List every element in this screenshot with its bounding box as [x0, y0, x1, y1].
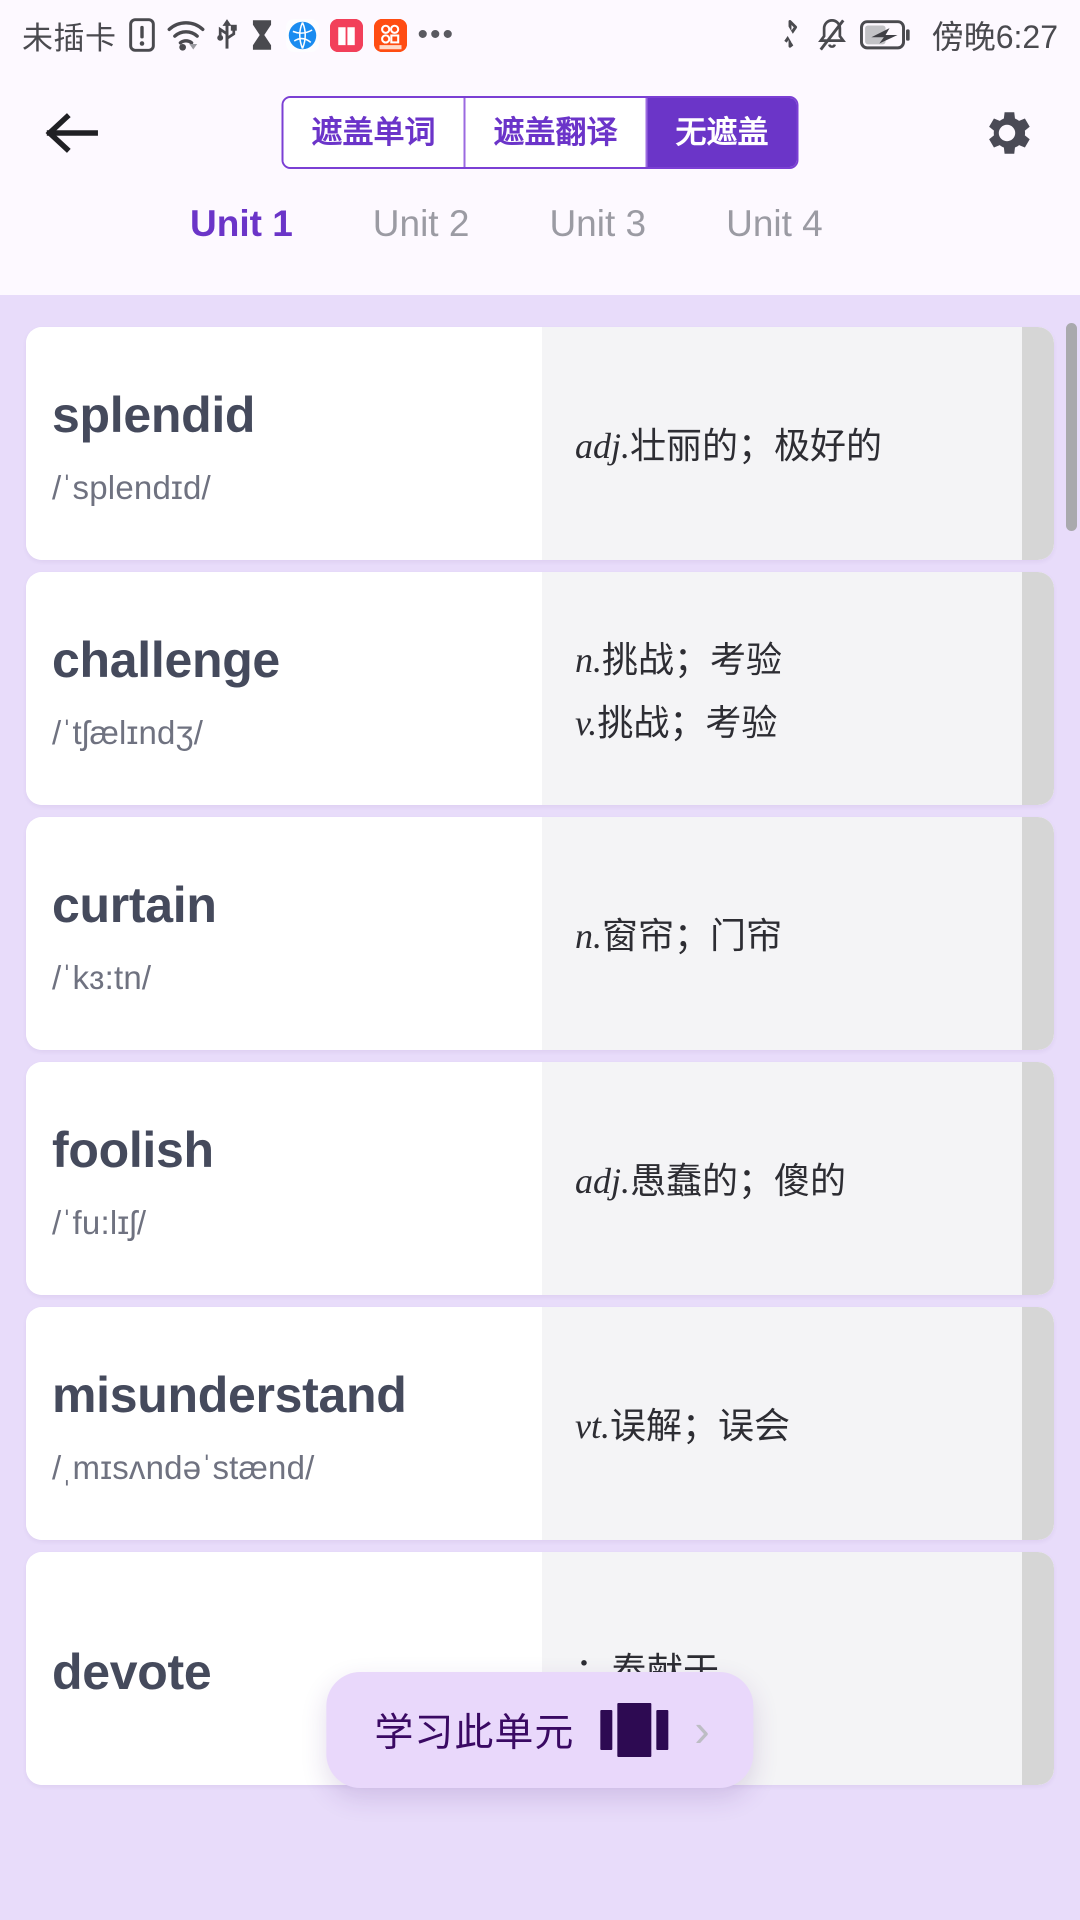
notifications-muted-icon: [817, 17, 847, 53]
status-bar-right: 傍晚6:27: [776, 12, 1058, 58]
word-card[interactable]: curtain/ˈkɜ:tn/n.窗帘；门帘: [26, 817, 1054, 1050]
word-card-next-handle[interactable]: [1022, 327, 1054, 560]
definition-line: adj.壮丽的；极好的: [575, 425, 992, 467]
back-button[interactable]: [36, 96, 110, 170]
chevron-right-icon: ›: [694, 1703, 710, 1756]
definition-meaning: 愚蠢的；傻的: [630, 1160, 847, 1202]
tab-unit-2[interactable]: Unit 2: [333, 195, 510, 253]
word-card-definitions: adj.壮丽的；极好的: [542, 327, 1022, 560]
definition-line: n.窗帘；门帘: [575, 915, 992, 957]
word-card-definitions: vt.误解；误会: [542, 1307, 1022, 1540]
word-card[interactable]: misunderstand/ˌmɪsʌndəˈstænd/vt.误解；误会: [26, 1307, 1054, 1540]
study-unit-label: 学习此单元: [374, 1712, 575, 1755]
phonetic-text: /ˈtʃælɪndʒ/: [52, 713, 204, 751]
word-card-left: foolish/ˈfu:lɪʃ/: [26, 1062, 542, 1295]
video-app-icon: [373, 18, 407, 52]
mask-mode-hide-word[interactable]: 遮盖单词: [283, 98, 466, 167]
app-root: 未插卡 ••• 傍晚6:27 遮盖单词 遮盖翻译 无遮盖 Unit 1 Unit…: [0, 0, 1080, 1920]
back-arrow-icon: [45, 112, 98, 153]
part-of-speech: adj.: [575, 1161, 631, 1202]
phonetic-text: /ˈkɜ:tn/: [52, 958, 152, 996]
header-toolbar: 遮盖单词 遮盖翻译 无遮盖: [0, 70, 1080, 195]
settings-button[interactable]: [970, 96, 1044, 170]
browser-app-icon: [285, 18, 319, 52]
definition-meaning: 误解；误会: [609, 1405, 790, 1447]
word-card-left: challenge/ˈtʃælɪndʒ/: [26, 572, 542, 805]
word-list: splendid/ˈsplendɪd/adj.壮丽的；极好的 challenge /…: [0, 295, 1080, 1785]
sim-alert-icon: [128, 18, 156, 52]
word-text: foolish: [52, 1121, 214, 1178]
tab-unit-4[interactable]: Unit 4: [686, 195, 863, 253]
definition-meaning: 挑战；考验: [597, 701, 778, 743]
definition-line: v.挑战；考验: [575, 702, 992, 744]
study-unit-button[interactable]: 学习此单元 ›: [326, 1672, 754, 1788]
word-card[interactable]: splendid/ˈsplendɪd/adj.壮丽的；极好的: [26, 327, 1054, 560]
word-card-definitions: n.窗帘；门帘: [542, 817, 1022, 1050]
word-card[interactable]: challenge/ˈtʃælɪndʒ/n.挑战；考验 v.挑战；考验: [26, 572, 1054, 805]
phonetic-text: /ˌmɪsʌndəˈstænd/: [52, 1448, 315, 1486]
tab-unit-1[interactable]: Unit 1: [150, 195, 333, 253]
wifi-icon: [167, 19, 205, 51]
word-card-definitions: adj.愚蠢的；傻的: [542, 1062, 1022, 1295]
bluetooth-off-icon: [776, 17, 804, 53]
word-text: curtain: [52, 876, 217, 933]
card-stack-icon: [600, 1703, 669, 1757]
part-of-speech: adj.: [575, 426, 631, 467]
phonetic-text: /ˈsplendɪd/: [52, 468, 211, 506]
mask-mode-none[interactable]: 无遮盖: [647, 98, 797, 167]
definition-meaning: 壮丽的；极好的: [630, 425, 883, 467]
word-card-next-handle[interactable]: [1022, 1552, 1054, 1785]
hourglass-icon: [249, 18, 275, 52]
app-header: 遮盖单词 遮盖翻译 无遮盖 Unit 1 Unit 2 Unit 3 Unit …: [0, 70, 1080, 295]
word-card-next-handle[interactable]: [1022, 1062, 1054, 1295]
vertical-scrollbar[interactable]: [1066, 323, 1077, 531]
unit-tabs[interactable]: Unit 1 Unit 2 Unit 3 Unit 4: [0, 195, 1080, 295]
word-text: challenge: [52, 631, 280, 688]
battery-charging-icon: [859, 20, 910, 50]
word-card-next-handle[interactable]: [1022, 817, 1054, 1050]
usb-icon: [216, 18, 238, 52]
word-card[interactable]: foolish/ˈfu:lɪʃ/adj.愚蠢的；傻的: [26, 1062, 1054, 1295]
word-card-next-handle[interactable]: [1022, 572, 1054, 805]
clock-label: 傍晚6:27: [931, 19, 1058, 55]
gear-icon: [989, 111, 1030, 154]
definition-line: adj.愚蠢的；傻的: [575, 1160, 992, 1202]
carrier-label: 未插卡: [22, 20, 117, 56]
more-dots-icon: •••: [417, 18, 456, 51]
part-of-speech: n.: [575, 916, 602, 957]
mask-mode-hide-translation[interactable]: 遮盖翻译: [465, 98, 648, 167]
definition-meaning: 窗帘；门帘: [602, 915, 783, 957]
phonetic-text: /ˈfu:lɪʃ/: [52, 1203, 147, 1241]
tab-unit-3[interactable]: Unit 3: [509, 195, 686, 253]
part-of-speech: vt.: [575, 1406, 610, 1447]
word-text: misunderstand: [52, 1366, 407, 1423]
part-of-speech: n.: [575, 640, 602, 681]
word-card-left: misunderstand/ˌmɪsʌndəˈstænd/: [26, 1307, 542, 1540]
word-card-definitions: n.挑战；考验 v.挑战；考验: [542, 572, 1022, 805]
word-card-left: curtain/ˈkɜ:tn/: [26, 817, 542, 1050]
status-bar: 未插卡 ••• 傍晚6:27: [0, 0, 1080, 70]
word-text: splendid: [52, 386, 256, 443]
word-card-left: splendid/ˈsplendɪd/: [26, 327, 542, 560]
part-of-speech: v.: [575, 702, 598, 743]
book-app-icon: [329, 18, 363, 52]
definition-line: n.挑战；考验: [575, 639, 992, 681]
definition-line: vt.误解；误会: [575, 1405, 992, 1447]
definition-meaning: 挑战；考验: [602, 639, 783, 681]
word-card-next-handle[interactable]: [1022, 1307, 1054, 1540]
mask-mode-segmented-control[interactable]: 遮盖单词 遮盖翻译 无遮盖: [281, 96, 799, 169]
status-bar-left: 未插卡 •••: [22, 13, 455, 58]
